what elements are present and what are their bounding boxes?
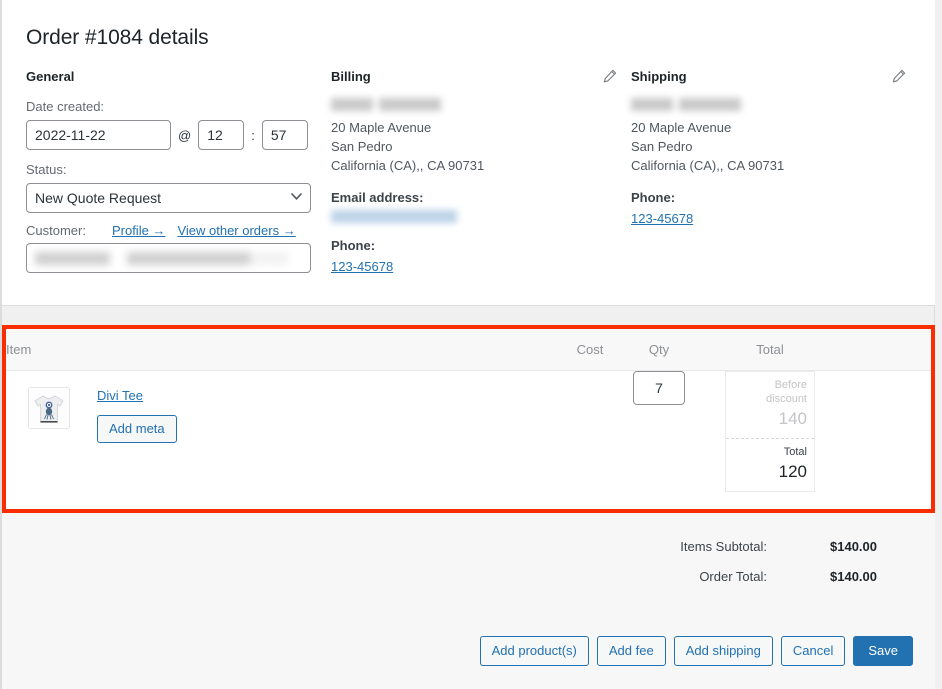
total-cell: Before discount 140 Total 120 bbox=[695, 370, 845, 492]
billing-phone-label: Phone: bbox=[331, 238, 376, 253]
add-products-button[interactable]: Add product(s) bbox=[479, 636, 589, 666]
order-items-table: Item Cost Qty Total Divi Tee Add meta 7 … bbox=[6, 329, 931, 492]
tshirt-icon bbox=[29, 388, 69, 428]
order-totals-panel: Items Subtotal: $140.00 Order Total: $14… bbox=[2, 513, 935, 616]
view-other-orders-link[interactable]: View other orders → bbox=[177, 222, 295, 240]
column-header-qty: Qty bbox=[623, 329, 695, 371]
item-meta-block: Divi Tee Add meta bbox=[70, 387, 177, 443]
order-total-label: Order Total: bbox=[699, 569, 767, 584]
line-total-box: Before discount 140 Total 120 bbox=[725, 371, 815, 492]
cancel-button[interactable]: Cancel bbox=[780, 636, 846, 666]
items-subtotal-label: Items Subtotal: bbox=[680, 539, 767, 554]
hour-input[interactable] bbox=[198, 120, 245, 150]
billing-email-redacted bbox=[331, 210, 457, 223]
quantity-input[interactable] bbox=[633, 371, 685, 405]
order-actions-footer: Add product(s) Add fee Add shipping Canc… bbox=[2, 615, 935, 689]
shipping-edit-pencil-icon[interactable] bbox=[892, 69, 906, 83]
save-button[interactable]: Save bbox=[853, 636, 913, 666]
shipping-heading: Shipping bbox=[631, 69, 687, 84]
general-heading: General bbox=[26, 69, 75, 84]
status-label: Status: bbox=[26, 162, 67, 177]
date-created-label: Date created: bbox=[26, 99, 105, 114]
status-select[interactable]: New Quote Request bbox=[26, 183, 311, 213]
date-created-input[interactable] bbox=[26, 120, 171, 150]
line-total-block: Total 120 bbox=[726, 439, 814, 491]
column-header-total: Total bbox=[695, 329, 845, 371]
line-total-value: 120 bbox=[778, 462, 807, 481]
status-select-wrapper: New Quote Request bbox=[26, 183, 311, 213]
right-edge-rail bbox=[934, 0, 942, 689]
customer-profile-link[interactable]: Profile → bbox=[112, 222, 165, 240]
page-title: Order #1084 details bbox=[26, 26, 209, 49]
customer-row: Customer: Profile → View other orders → bbox=[26, 222, 331, 240]
before-discount-block: Before discount 140 bbox=[726, 372, 814, 439]
items-subtotal-value: $140.00 bbox=[830, 539, 877, 554]
billing-name-redacted bbox=[331, 98, 441, 111]
billing-column: Billing 20 Maple Avenue San Pedro Califo… bbox=[331, 68, 631, 277]
items-table-body: Divi Tee Add meta 7 Before discount 140 … bbox=[6, 370, 931, 492]
order-details-columns: General Date created: @ : Status: New Qu… bbox=[2, 52, 935, 277]
row-spacer-cell bbox=[845, 370, 931, 492]
time-separator: : bbox=[251, 127, 255, 143]
totals-row: Order Total: $140.00 bbox=[2, 569, 877, 584]
totals-rows: Items Subtotal: $140.00 Order Total: $14… bbox=[2, 513, 935, 584]
shipping-column: Shipping 20 Maple Avenue San Pedro Calif… bbox=[631, 68, 911, 277]
billing-phone-link[interactable]: 123-45678 bbox=[331, 257, 393, 277]
items-header-row: Item Cost Qty Total bbox=[6, 329, 931, 371]
billing-edit-pencil-icon[interactable] bbox=[603, 69, 617, 83]
minute-input[interactable] bbox=[261, 120, 308, 150]
cost-value bbox=[557, 371, 623, 389]
order-total-value: $140.00 bbox=[830, 569, 877, 584]
general-column: General Date created: @ : Status: New Qu… bbox=[26, 68, 331, 277]
line-total-label: Total bbox=[783, 446, 807, 458]
totals-row: Items Subtotal: $140.00 bbox=[2, 539, 877, 554]
billing-address-line: California (CA),, CA 90731 bbox=[331, 158, 485, 173]
billing-address-line: 20 Maple Avenue bbox=[331, 120, 432, 135]
footer-button-row: Add product(s) Add fee Add shipping Canc… bbox=[2, 615, 935, 666]
shipping-address-line: California (CA),, CA 90731 bbox=[631, 158, 785, 173]
shipping-name-redacted bbox=[631, 98, 741, 111]
shipping-address-line: 20 Maple Avenue bbox=[631, 120, 732, 135]
product-name-link[interactable]: Divi Tee bbox=[97, 387, 143, 405]
billing-address-line: San Pedro bbox=[331, 139, 393, 154]
column-header-spacer bbox=[845, 329, 931, 371]
product-thumbnail bbox=[28, 387, 70, 429]
shipping-phone-label: Phone: bbox=[631, 190, 676, 205]
order-items-panel: Item Cost Qty Total Divi Tee Add meta 7 … bbox=[2, 325, 935, 513]
add-shipping-button[interactable]: Add shipping bbox=[673, 636, 773, 666]
shipping-address-line: San Pedro bbox=[631, 139, 693, 154]
before-discount-label: Before discount bbox=[766, 379, 807, 405]
add-fee-button[interactable]: Add fee bbox=[596, 636, 666, 666]
column-header-cost: Cost bbox=[557, 329, 623, 371]
customer-search-input[interactable] bbox=[26, 243, 311, 273]
qty-cell bbox=[623, 370, 695, 492]
billing-email-label: Email address: bbox=[331, 190, 424, 205]
shipping-phone-link[interactable]: 123-45678 bbox=[631, 209, 693, 229]
at-symbol: @ bbox=[178, 127, 192, 143]
order-edit-screen: Order #1084 details General Date created… bbox=[0, 0, 942, 689]
customer-value-redacted bbox=[35, 252, 288, 265]
item-cell: Divi Tee Add meta bbox=[6, 370, 557, 492]
billing-heading: Billing bbox=[331, 69, 371, 84]
column-header-item: Item bbox=[6, 329, 557, 371]
cost-cell bbox=[557, 370, 623, 492]
order-details-panel: Order #1084 details General Date created… bbox=[2, 0, 935, 306]
add-meta-button[interactable]: Add meta bbox=[97, 415, 177, 443]
customer-label: Customer: bbox=[26, 223, 86, 238]
items-table-head: Item Cost Qty Total bbox=[6, 329, 931, 371]
table-row: Divi Tee Add meta 7 Before discount 140 … bbox=[6, 370, 931, 492]
date-created-row: @ : bbox=[26, 120, 331, 150]
before-discount-value: 140 bbox=[778, 409, 807, 428]
